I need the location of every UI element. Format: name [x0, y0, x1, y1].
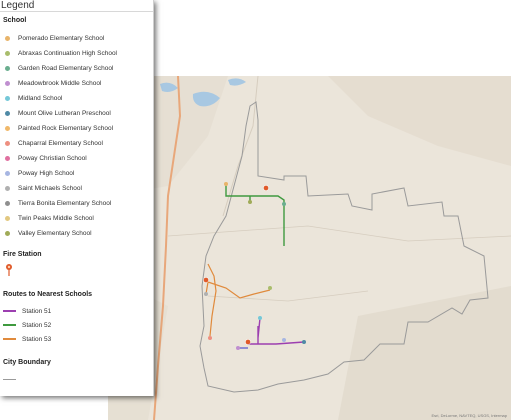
fire-station-section-title: Fire Station [3, 251, 42, 258]
legend-item-label: Painted Rock Elementary School [18, 124, 114, 132]
legend-item-school: Midland School [5, 92, 62, 104]
legend-item-label: Tierra Bonita Elementary School [18, 199, 112, 207]
legend-item-school: Saint Michaels School [5, 182, 82, 194]
legend-item-label: Midland School [18, 94, 63, 102]
legend-item-school: Poway Christian School [5, 152, 87, 164]
fire-station-symbol [5, 263, 13, 282]
route-line-icon [3, 310, 16, 312]
school-marker-icon [5, 125, 10, 131]
map-attribution: Esri, DeLorme, NAVTEQ, USGS, Intermap [431, 413, 507, 418]
legend-panel: Legend School Pomerado Elementary School… [0, 0, 154, 396]
school-marker-icon [5, 140, 10, 146]
school-marker-icon [5, 230, 10, 236]
legend-item-label: Pomerado Elementary School [18, 34, 105, 42]
school-marker-icon [5, 80, 10, 86]
legend-item-label: Station 52 [22, 321, 52, 329]
legend-item-school: Abraxas Continuation High School [5, 47, 117, 59]
school-marker-icon [5, 95, 10, 101]
legend-item-school: Mount Olive Lutheran Preschool [5, 107, 111, 119]
city-boundary-section-title: City Boundary [3, 359, 51, 366]
school-marker-icon [5, 170, 10, 176]
legend-item-school: Painted Rock Elementary School [5, 122, 113, 134]
legend-item-label: Saint Michaels School [18, 184, 82, 192]
city-boundary-swatch [3, 379, 16, 380]
school-marker-icon [5, 185, 10, 191]
route-line-icon [3, 324, 16, 326]
legend-item-school: Tierra Bonita Elementary School [5, 197, 111, 209]
legend-item-school: Meadowbrook Middle School [5, 77, 101, 89]
school-marker-icon [5, 110, 10, 116]
school-marker-icon [5, 215, 10, 221]
legend-item-label: Valley Elementary School [18, 229, 92, 237]
school-marker-icon [5, 50, 10, 56]
legend-item-label: Station 53 [22, 335, 52, 343]
legend-item-route: Station 52 [3, 319, 51, 331]
legend-item-school: Chaparral Elementary School [5, 137, 103, 149]
legend-item-route: Station 53 [3, 333, 51, 345]
legend-item-label: Station 51 [22, 307, 52, 315]
legend-item-label: Meadowbrook Middle School [18, 79, 102, 87]
legend-item-school: Twin Peaks Middle School [5, 212, 94, 224]
legend-item-school: Valley Elementary School [5, 227, 92, 239]
school-marker-icon [5, 200, 10, 206]
map-canvas[interactable]: Esri, DeLorme, NAVTEQ, USGS, Intermap [108, 76, 511, 420]
legend-item-school: Pomerado Elementary School [5, 32, 104, 44]
legend-item-label: Chaparral Elementary School [18, 139, 103, 147]
legend-item-label: Abraxas Continuation High School [18, 49, 118, 57]
legend-title: Legend [0, 0, 153, 12]
school-section-title: School [3, 17, 27, 24]
legend-item-school: Poway High School [5, 167, 74, 179]
legend-item-route: Station 51 [3, 305, 51, 317]
map-svg [108, 76, 511, 420]
legend-item-school: Garden Road Elementary School [5, 62, 113, 74]
legend-item-label: Poway Christian School [18, 154, 87, 162]
legend-item-label: Garden Road Elementary School [18, 64, 114, 72]
legend-item-label: Twin Peaks Middle School [18, 214, 94, 222]
legend-item-label: Poway High School [18, 169, 75, 177]
route-line-icon [3, 338, 16, 340]
school-marker-icon [5, 35, 10, 41]
school-marker-icon [5, 65, 10, 71]
legend-item-label: Mount Olive Lutheran Preschool [18, 109, 111, 117]
routes-section-title: Routes to Nearest Schools [3, 291, 93, 298]
school-marker-icon [5, 155, 10, 161]
